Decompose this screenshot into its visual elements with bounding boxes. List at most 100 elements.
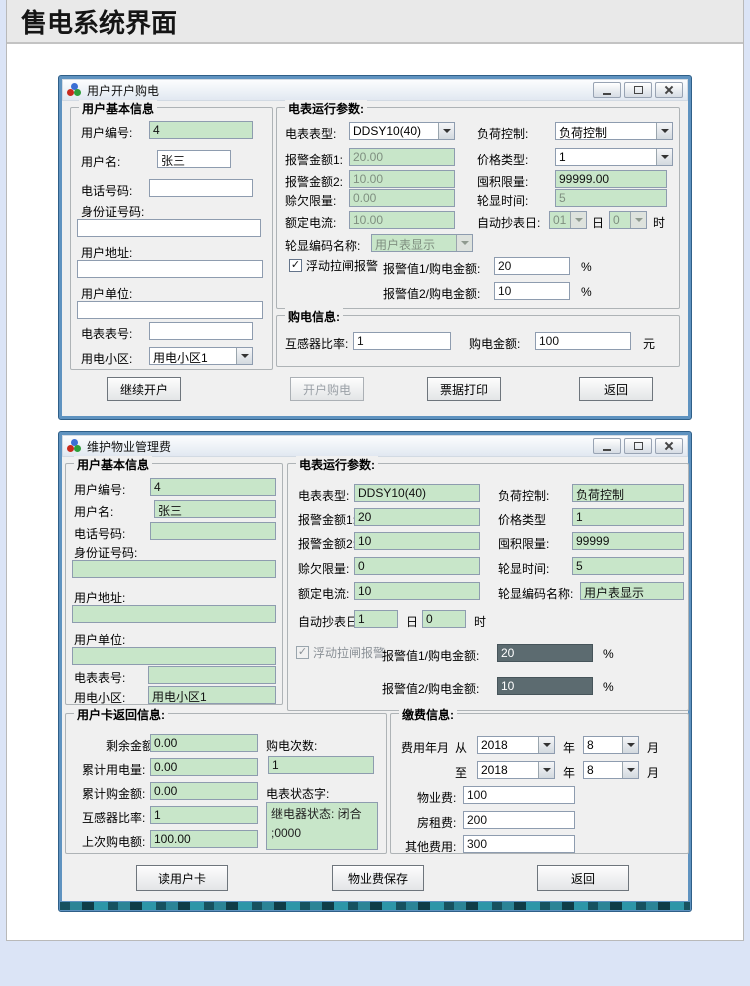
chevron-down-icon xyxy=(661,155,669,159)
dropdown-button[interactable] xyxy=(622,737,638,753)
window-open-account: 用户开户购电 用户基本信息 用户编号: 4 用户名: 张三 电话号码: 身份证号… xyxy=(58,75,692,420)
address-field xyxy=(72,605,276,623)
float-alarm-label: 浮动拉闸报警 xyxy=(306,257,378,274)
alarm-ratio1-label: 报警值1/购电金额: xyxy=(382,647,479,664)
dropdown-button[interactable] xyxy=(538,737,554,753)
price-type-select[interactable]: 1 xyxy=(555,148,673,166)
alarm-ratio1-input[interactable]: 20 xyxy=(497,644,593,662)
continue-open-button[interactable]: 继续开户 xyxy=(107,377,181,401)
cycle-time-label: 轮显时间: xyxy=(498,560,549,577)
chevron-down-icon xyxy=(661,129,669,133)
close-button[interactable] xyxy=(655,82,683,98)
dropdown-button[interactable] xyxy=(622,762,638,778)
window-bottom-edge xyxy=(60,902,690,910)
close-button[interactable] xyxy=(655,438,683,454)
rated-current-field: 10.00 xyxy=(349,211,455,229)
percent-label: % xyxy=(603,647,614,661)
meter-no-input[interactable] xyxy=(149,322,253,340)
meter-type-select[interactable]: DDSY10(40) xyxy=(349,122,455,140)
price-type-label: 价格类型: xyxy=(477,151,528,168)
float-alarm-label: 浮动拉闸报警 xyxy=(313,644,385,661)
cycle-code-field: 用户表显示 xyxy=(580,582,684,600)
month-from-select[interactable]: 8 xyxy=(583,736,639,754)
meter-type-field: DDSY10(40) xyxy=(354,484,480,502)
year-to-select[interactable]: 2018 xyxy=(477,761,555,779)
user-id-field: 4 xyxy=(150,478,276,496)
window-titlebar: 用户开户购电 xyxy=(62,79,688,101)
float-alarm-checkbox: ✓ 浮动拉闸报警 xyxy=(296,644,385,661)
phone-input[interactable] xyxy=(149,179,253,197)
cycle-code-label: 轮显编码名称: xyxy=(285,237,360,254)
phone-label: 电话号码: xyxy=(74,525,125,542)
user-name-label: 用户名: xyxy=(74,503,113,520)
load-ctrl-select[interactable]: 负荷控制 xyxy=(555,122,673,140)
minimize-icon xyxy=(603,93,611,95)
maximize-icon xyxy=(634,442,643,450)
dropdown-button[interactable] xyxy=(538,762,554,778)
year-from-select[interactable]: 2018 xyxy=(477,736,555,754)
alarm1-field: 20.00 xyxy=(349,148,455,166)
alarm1-field: 20 xyxy=(354,508,480,526)
window-body: 用户基本信息 用户编号: 4 用户名: 张三 电话号码: 身份证号码: 用户地址… xyxy=(62,457,688,901)
unit-input[interactable] xyxy=(77,301,263,319)
from-label: 从 xyxy=(455,739,467,756)
dropdown-button[interactable] xyxy=(656,123,672,139)
print-receipt-button[interactable]: 票据打印 xyxy=(427,377,501,401)
id-card-field xyxy=(72,560,276,578)
window-body: 用户基本信息 用户编号: 4 用户名: 张三 电话号码: 身份证号码: 用户地址… xyxy=(62,101,688,416)
float-alarm-checkbox[interactable]: ✓ 浮动拉闸报警 xyxy=(289,257,378,274)
dropdown-button xyxy=(570,212,586,228)
dropdown-button xyxy=(456,235,472,251)
user-name-label: 用户名: xyxy=(81,153,120,170)
address-label: 用户地址: xyxy=(81,244,132,261)
window-property-fee: 维护物业管理费 用户基本信息 用户编号: 4 用户名: 张三 电话号码: 身份证… xyxy=(58,431,692,912)
user-name-input[interactable]: 张三 xyxy=(157,150,231,168)
property-fee-label: 物业费: xyxy=(417,789,456,806)
maximize-button[interactable] xyxy=(624,438,652,454)
auto-read-hour-value: 0 xyxy=(610,212,630,228)
total-energy-label: 累计用电量: xyxy=(82,761,145,778)
cycle-time-field: 5 xyxy=(555,189,667,207)
month-from-value: 8 xyxy=(584,737,622,753)
minimize-icon xyxy=(603,449,611,451)
other-fee-input[interactable]: 300 xyxy=(463,835,575,853)
chevron-down-icon xyxy=(543,768,551,772)
alarm-ratio2-label: 报警值2/购电金额: xyxy=(383,285,480,302)
maximize-button[interactable] xyxy=(624,82,652,98)
percent-label: % xyxy=(603,680,614,694)
id-card-label: 身份证号码: xyxy=(81,203,144,220)
chevron-down-icon xyxy=(443,129,451,133)
minimize-button[interactable] xyxy=(593,438,621,454)
purchase-amount-input[interactable]: 100 xyxy=(535,332,631,350)
month-suffix-label: 月 xyxy=(647,764,659,781)
price-type-label: 价格类型 xyxy=(498,511,546,528)
group-meter-params: 电表运行参数: 电表表型: DDSY10(40) 负荷控制: 负荷控制 报警金额… xyxy=(276,107,680,309)
alarm-ratio1-input[interactable]: 20 xyxy=(494,257,570,275)
dropdown-button[interactable] xyxy=(438,123,454,139)
hoard-limit-field: 99999.00 xyxy=(555,170,667,188)
read-card-button[interactable]: 读用户卡 xyxy=(136,865,228,891)
id-card-input[interactable] xyxy=(77,219,261,237)
total-amount-label: 累计购金额: xyxy=(82,785,145,802)
back-button[interactable]: 返回 xyxy=(537,865,629,891)
alarm-ratio2-input[interactable]: 10 xyxy=(494,282,570,300)
month-to-select[interactable]: 8 xyxy=(583,761,639,779)
cycle-code-select: 用户表显示 xyxy=(371,234,473,252)
district-value: 用电小区1 xyxy=(150,348,236,364)
district-select[interactable]: 用电小区1 xyxy=(149,347,253,365)
district-label: 用电小区: xyxy=(81,350,132,367)
alarm2-field: 10.00 xyxy=(349,170,455,188)
ct-ratio-input[interactable]: 1 xyxy=(353,332,451,350)
unit-label: 用户单位: xyxy=(81,285,132,302)
dropdown-button[interactable] xyxy=(236,348,252,364)
dropdown-button[interactable] xyxy=(656,149,672,165)
property-fee-input[interactable]: 100 xyxy=(463,786,575,804)
alarm-ratio2-input[interactable]: 10 xyxy=(497,677,593,695)
address-input[interactable] xyxy=(77,260,263,278)
alarm2-label: 报警金额2: xyxy=(285,173,343,190)
minimize-button[interactable] xyxy=(593,82,621,98)
purchase-amount-label: 购电金额: xyxy=(469,335,520,352)
back-button[interactable]: 返回 xyxy=(579,377,653,401)
rent-fee-input[interactable]: 200 xyxy=(463,811,575,829)
save-property-fee-button[interactable]: 物业费保存 xyxy=(332,865,424,891)
